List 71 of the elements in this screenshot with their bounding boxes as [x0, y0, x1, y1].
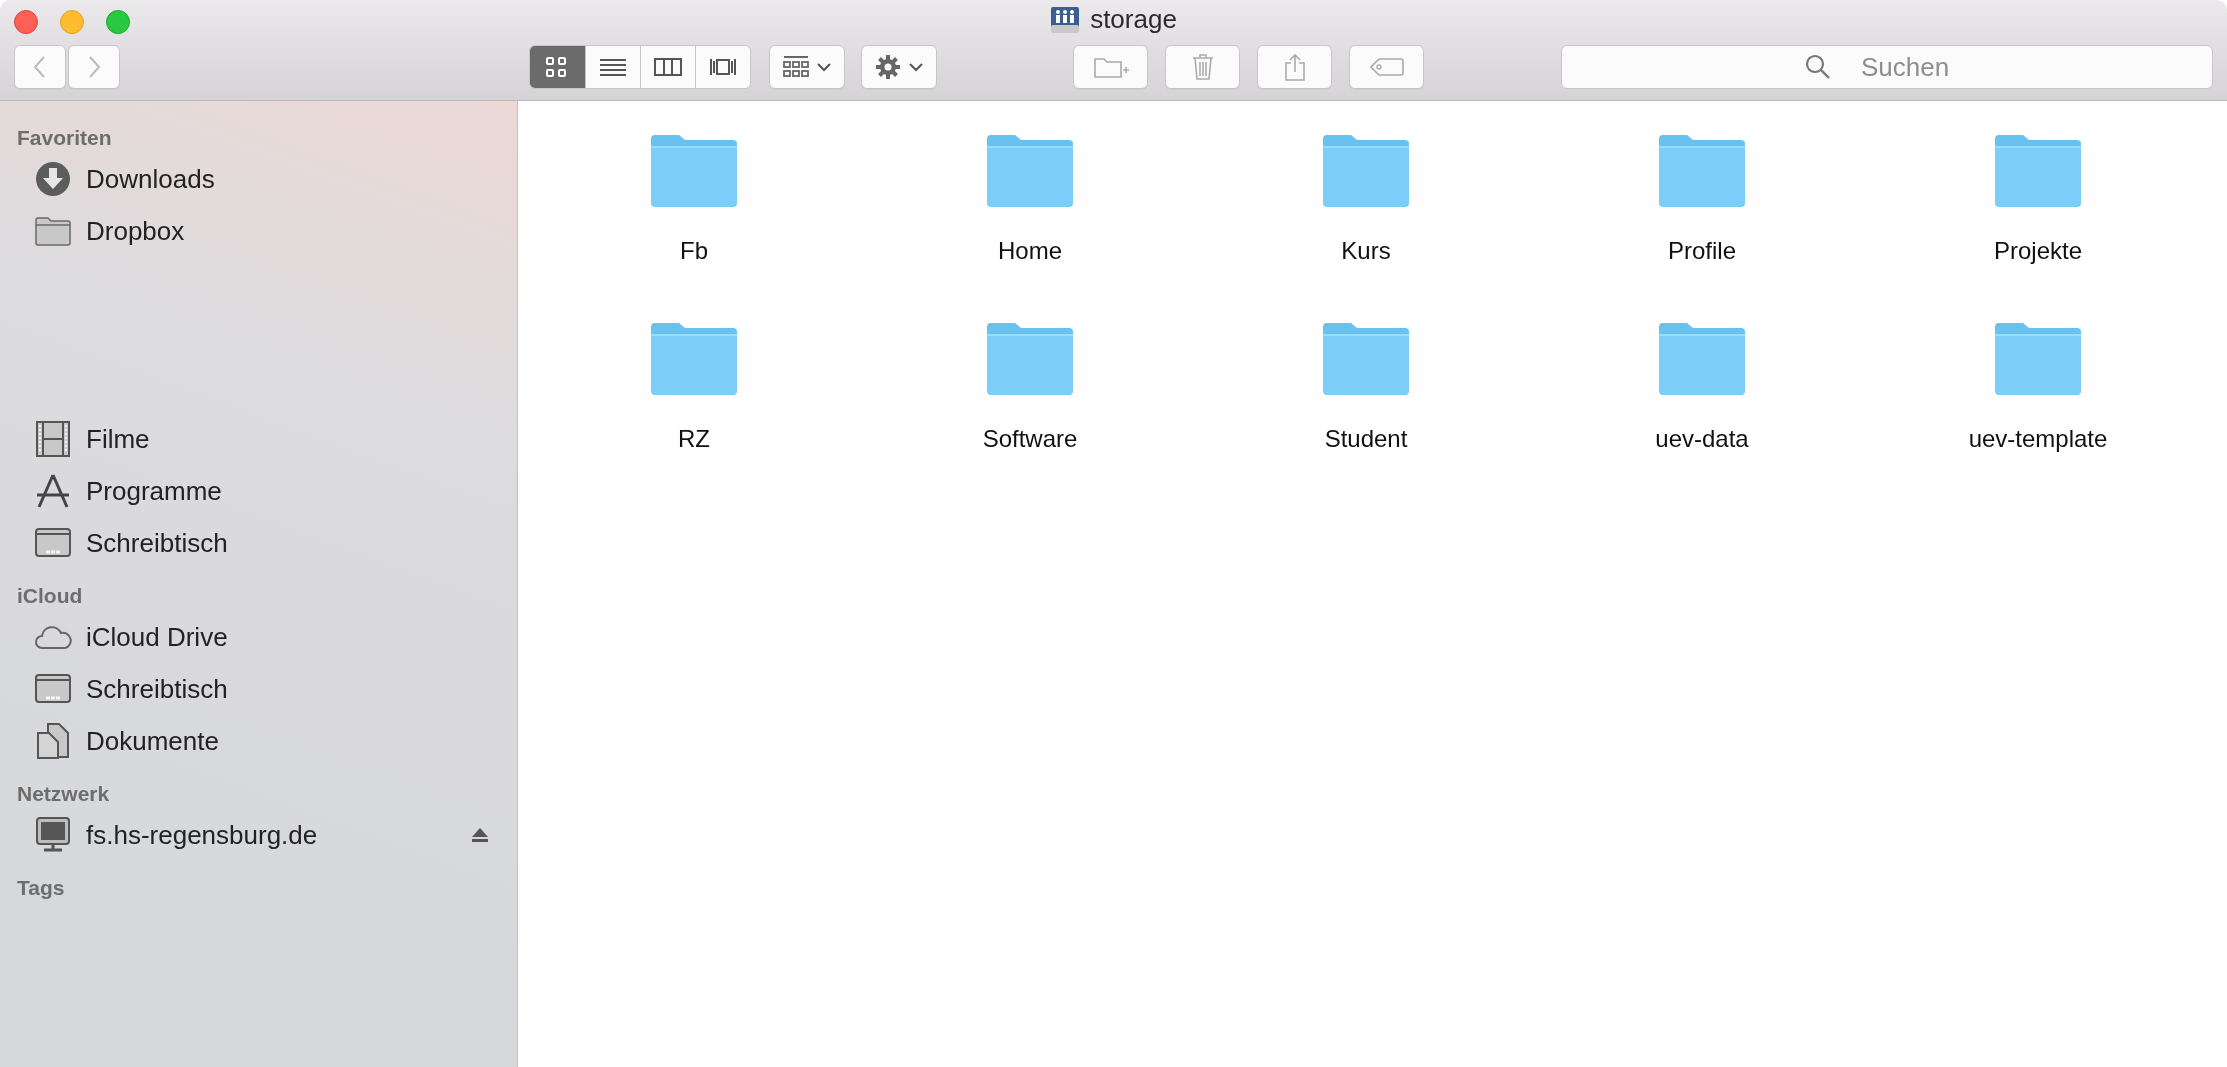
tag-icon: [1369, 57, 1404, 77]
caret-icon: [817, 62, 831, 72]
folder-name[interactable]: Projekte: [1993, 237, 2082, 265]
sidebar-section-title: iCloud: [16, 583, 83, 609]
window-title: storage: [1090, 4, 1177, 35]
grid-icon: [783, 55, 809, 79]
chevron-right-icon: [86, 55, 102, 79]
folder-name[interactable]: Software: [982, 425, 1078, 453]
folder-icon: [1657, 133, 1747, 209]
cloud-icon: [34, 624, 72, 650]
folder-name[interactable]: Home: [998, 237, 1062, 265]
sidebar-item[interactable]: Programme: [0, 465, 517, 517]
sidebar-section-title: Favoriten: [16, 125, 112, 151]
trash-button[interactable]: [1165, 45, 1240, 89]
close-button[interactable]: [14, 10, 38, 34]
view-mode-button[interactable]: [640, 46, 695, 88]
share-button[interactable]: [1257, 45, 1332, 89]
sidebar-section-title: Netzwerk: [16, 781, 110, 807]
sidebar-item[interactable]: fs.hs-regensburg.de: [0, 809, 517, 861]
folder-icon: [1993, 133, 2083, 209]
folder-icon: [649, 321, 739, 397]
folder-icon: [1321, 321, 1411, 397]
monitor-icon: [36, 817, 70, 853]
sidebar-item[interactable]: Schreibtisch: [0, 517, 517, 569]
view-mode-button[interactable]: [530, 46, 585, 88]
folder-icon: [1321, 133, 1411, 209]
folder-name[interactable]: Student: [1324, 425, 1408, 453]
download-icon: [35, 161, 71, 197]
sidebar-item[interactable]: Dokumente: [0, 715, 517, 767]
view-mode-button[interactable]: [585, 46, 640, 88]
minimize-button[interactable]: [60, 10, 84, 34]
sidebar-item[interactable]: Dropbox: [0, 205, 517, 257]
sidebar-item[interactable]: Schreibtisch: [0, 663, 517, 715]
desktop-icon: [35, 674, 71, 704]
desktop-icon: [35, 528, 71, 558]
chevron-left-icon: [32, 55, 48, 79]
arrange-button[interactable]: [769, 45, 845, 89]
search-icon: [1805, 54, 1831, 80]
documents-icon: [36, 723, 70, 759]
folder-name[interactable]: Kurs: [1341, 237, 1391, 265]
network-drive-icon: [1050, 4, 1081, 35]
sidebar-item[interactable]: Downloads: [0, 153, 517, 205]
folder-icon: [985, 321, 1075, 397]
columns-view-icon: [654, 55, 682, 79]
folder-icon: [35, 216, 71, 246]
share-icon: [1283, 53, 1306, 81]
caret-icon: [909, 62, 923, 72]
sidebar-item[interactable]: Filme: [0, 413, 517, 465]
film-strip-icon: [36, 421, 70, 457]
folder-icon: [1657, 321, 1747, 397]
folder-name[interactable]: Fb: [680, 237, 708, 265]
settings-icon: [875, 54, 901, 80]
trash-icon: [1191, 53, 1214, 81]
folder-name[interactable]: uev-template: [1968, 425, 2108, 453]
search-field[interactable]: Suchen: [1561, 45, 2213, 89]
sidebar-section-title: Tags: [16, 875, 65, 901]
folder-icon: [985, 133, 1075, 209]
view-mode-button[interactable]: [695, 46, 750, 88]
zoom-button[interactable]: [106, 10, 130, 34]
new-folder-button[interactable]: [1073, 45, 1148, 89]
forward-button[interactable]: [68, 45, 120, 89]
folder-name[interactable]: Profile: [1668, 237, 1736, 265]
folder-name[interactable]: uev-data: [1655, 425, 1749, 453]
folder-name[interactable]: RZ: [678, 425, 710, 453]
compass-icon: [35, 473, 71, 509]
action-button[interactable]: [861, 45, 937, 89]
tag-button[interactable]: [1349, 45, 1424, 89]
back-button[interactable]: [14, 45, 66, 89]
folder-icon: [1993, 321, 2083, 397]
folder-icon: [649, 133, 739, 209]
sidebar-item[interactable]: iCloud Drive: [0, 611, 517, 663]
